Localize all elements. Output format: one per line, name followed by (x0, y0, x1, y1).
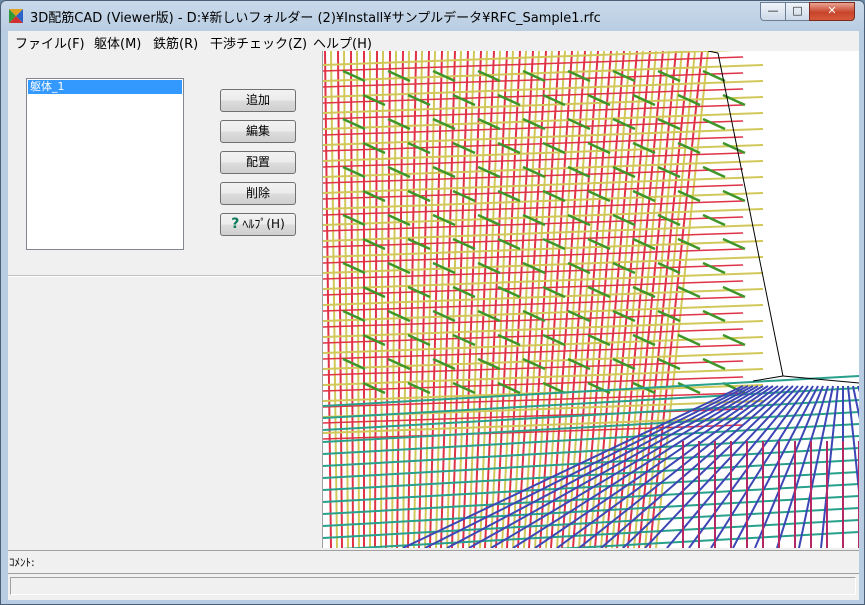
tie-bar (702, 261, 726, 275)
structure-panel: 躯体_1 追加 編集 配置 削除 ? ﾍﾙﾌﾟ(H) (8, 51, 323, 548)
comment-label: ｺﾒﾝﾄ: (9, 556, 35, 569)
wall-horizontal-bar (323, 352, 764, 370)
menu-help[interactable]: ヘルプ(H) (313, 33, 372, 52)
question-icon: ? (231, 216, 240, 232)
tie-bar (632, 141, 656, 155)
3d-viewport[interactable] (323, 51, 859, 548)
tie-bar (722, 237, 746, 251)
wall-vertical-bar (337, 51, 343, 548)
wall-vertical-bar-yellow (343, 51, 349, 548)
tie-bar (702, 309, 726, 323)
slab-bar-blue (820, 385, 839, 548)
status-bar (8, 573, 859, 600)
comment-bar: ｺﾒﾝﾄ: (8, 550, 859, 571)
wall-vertical-bar (374, 51, 378, 548)
outline-edge (717, 52, 784, 377)
menu-structure[interactable]: 躯体(M) (94, 33, 141, 52)
tie-bar (702, 213, 726, 227)
tie-bar (362, 93, 386, 107)
place-button[interactable]: 配置 (220, 151, 296, 174)
tie-bar (702, 165, 726, 179)
tie-bar (702, 357, 726, 371)
minimize-icon: — (767, 4, 779, 17)
menu-file[interactable]: ファイル(F) (15, 33, 85, 52)
status-field (10, 577, 856, 595)
tie-bar (702, 117, 726, 131)
close-icon: ✕ (827, 4, 837, 17)
list-item[interactable]: 躯体_1 (28, 80, 182, 94)
title-bar[interactable]: 3D配筋CAD (Viewer版) - D:¥新しいフォルダー (2)¥Inst… (1, 1, 864, 31)
wall-horizontal-bar (323, 368, 764, 386)
help-button-label: ﾍﾙﾌﾟ(H) (242, 217, 285, 231)
delete-button[interactable]: 削除 (220, 182, 296, 205)
edit-button[interactable]: 編集 (220, 120, 296, 143)
panel-divider (8, 275, 322, 277)
tie-bar (632, 285, 656, 299)
rebar-3d-view[interactable] (323, 51, 859, 548)
minimize-button[interactable]: — (760, 2, 786, 21)
close-button[interactable]: ✕ (809, 2, 855, 21)
tie-bar (722, 285, 746, 299)
window-title: 3D配筋CAD (Viewer版) - D:¥新しいフォルダー (2)¥Inst… (30, 11, 601, 26)
tie-bar (722, 141, 746, 155)
wall-vertical-bar (324, 51, 332, 548)
menu-bar: ファイル(F) 躯体(M) 鉄筋(R) 干渉チェック(Z) ヘルプ(H) (8, 31, 859, 52)
tie-bar (722, 333, 746, 347)
help-button[interactable]: ? ﾍﾙﾌﾟ(H) (220, 213, 296, 236)
wall-vertical-bar-yellow (330, 51, 338, 548)
add-button[interactable]: 追加 (220, 89, 296, 112)
wall-vertical-bar (350, 51, 354, 548)
menu-interference-check[interactable]: 干渉チェック(Z) (210, 33, 307, 52)
app-window: 3D配筋CAD (Viewer版) - D:¥新しいフォルダー (2)¥Inst… (0, 0, 865, 605)
tie-bar (722, 189, 746, 203)
maximize-button[interactable]: □ (785, 2, 810, 21)
structure-list[interactable]: 躯体_1 (26, 78, 184, 250)
maximize-icon: □ (792, 4, 803, 17)
wall-vertical-bar-yellow (380, 51, 384, 548)
client-area: 躯体_1 追加 編集 配置 削除 ? ﾍﾙﾌﾟ(H) ｺﾒﾝﾄ: (8, 51, 859, 600)
app-icon[interactable] (8, 8, 24, 24)
menu-rebar[interactable]: 鉄筋(R) (153, 33, 198, 52)
